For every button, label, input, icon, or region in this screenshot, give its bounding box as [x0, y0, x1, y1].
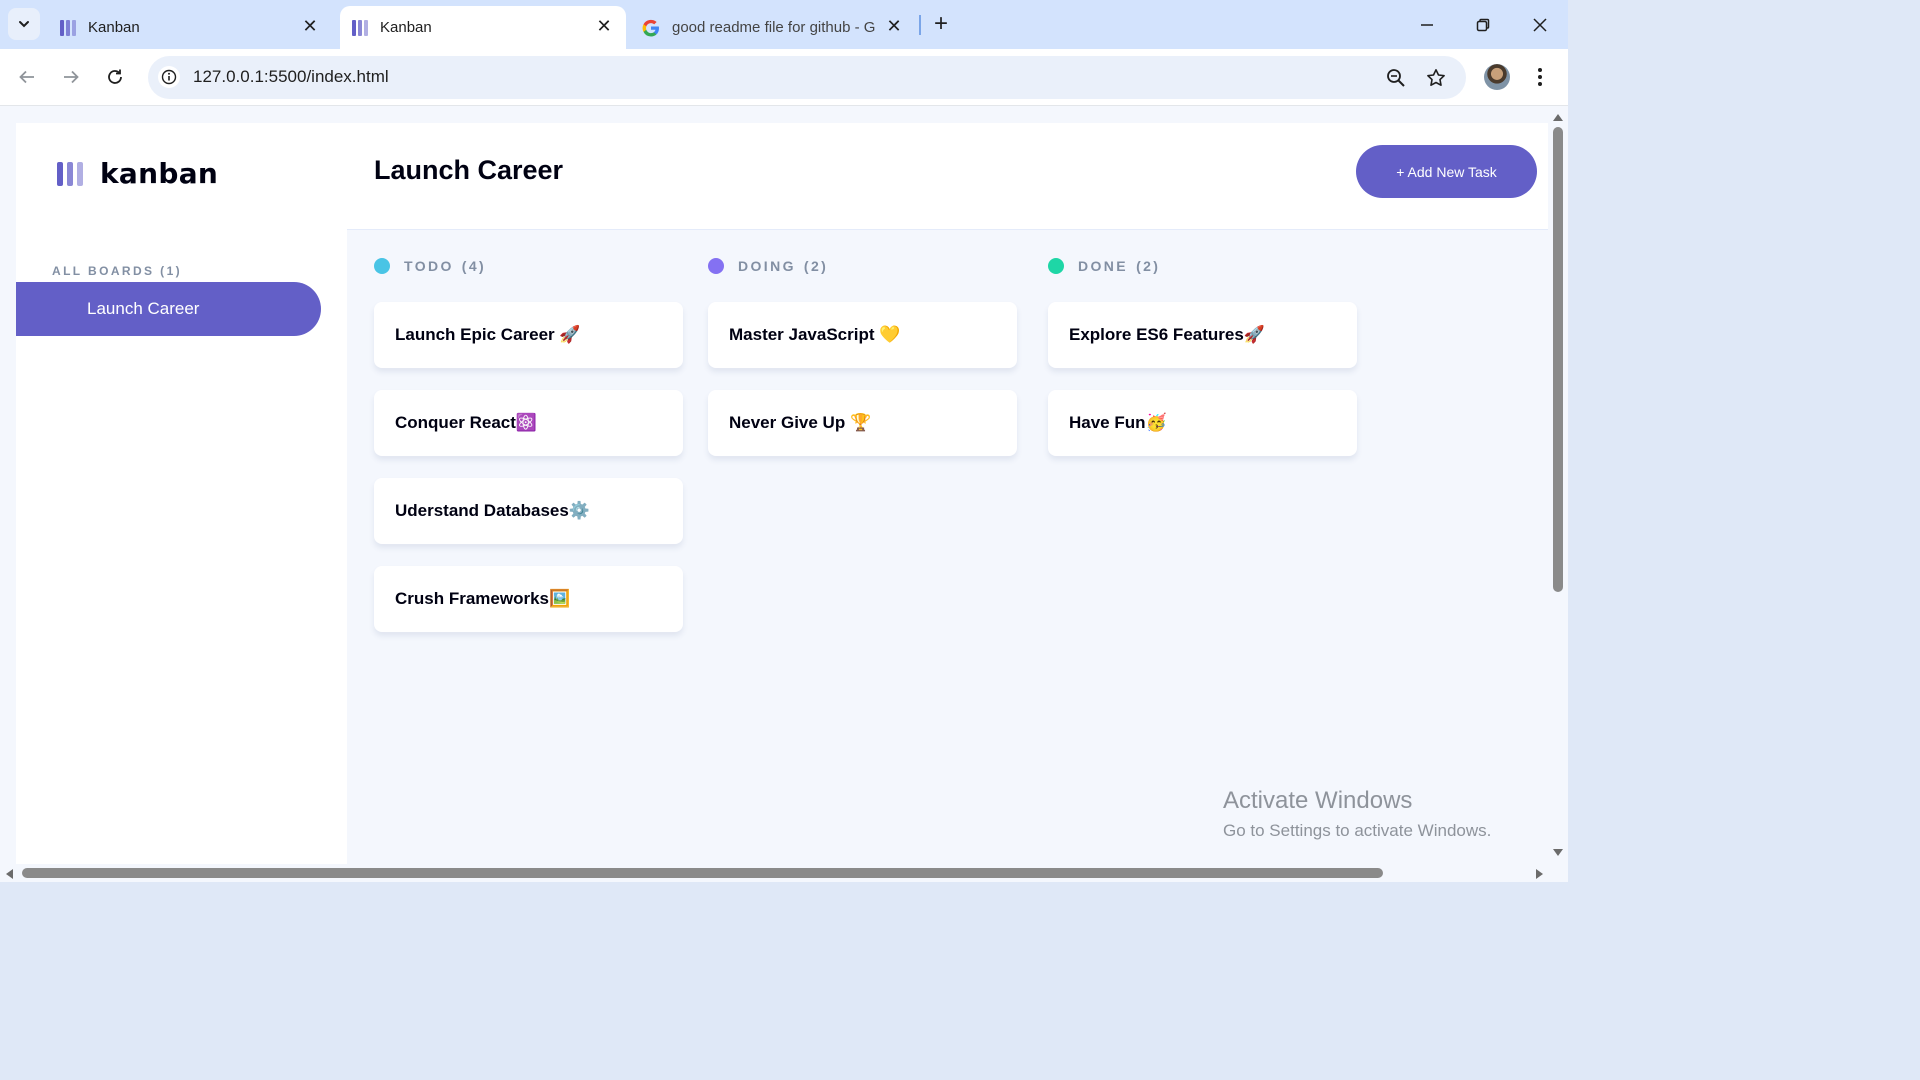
- column-count: (2): [1136, 258, 1161, 274]
- kanban-logo-icon: [57, 161, 83, 186]
- sidebar: kanban ALL BOARDS (1) Launch Career: [16, 123, 347, 864]
- horizontal-scrollbar[interactable]: [0, 864, 1568, 882]
- close-window-button[interactable]: [1527, 12, 1553, 38]
- tab-title: Kanban: [88, 19, 140, 36]
- google-icon: [642, 19, 659, 36]
- column-todo: TODO (4) Launch Epic Career 🚀 Conquer Re…: [374, 257, 684, 632]
- scroll-right-arrow-icon[interactable]: [1535, 868, 1545, 880]
- close-tab-icon[interactable]: ✕: [300, 16, 320, 36]
- sidebar-item-label: Launch Career: [87, 299, 200, 318]
- bookmark-star-icon[interactable]: [1424, 66, 1448, 90]
- add-new-task-button[interactable]: + Add New Task: [1356, 145, 1537, 198]
- task-card[interactable]: Launch Epic Career 🚀: [374, 302, 683, 368]
- task-card[interactable]: Conquer React⚛️: [374, 390, 683, 456]
- forward-button[interactable]: [57, 63, 85, 91]
- column-status-dot: [708, 258, 724, 274]
- watermark-subtitle: Go to Settings to activate Windows.: [1223, 821, 1492, 840]
- zoom-icon[interactable]: [1384, 66, 1408, 90]
- restore-button[interactable]: [1470, 12, 1496, 38]
- browser-tab-google[interactable]: good readme file for github - G ✕: [630, 6, 912, 49]
- kanban-favicon-icon: [60, 19, 76, 36]
- all-boards-title: ALL BOARDS (1): [52, 264, 183, 278]
- kanban-favicon-icon: [352, 19, 368, 36]
- tab-separator: [919, 15, 921, 35]
- tab-title: good readme file for github - G: [672, 19, 876, 36]
- task-card[interactable]: Crush Frameworks🖼️: [374, 566, 683, 632]
- minimize-button[interactable]: [1414, 12, 1440, 38]
- task-card[interactable]: Never Give Up 🏆: [708, 390, 1017, 456]
- column-header: DOING (2): [708, 257, 1018, 275]
- address-bar[interactable]: 127.0.0.1:5500/index.html: [148, 56, 1466, 99]
- column-status-dot: [374, 258, 390, 274]
- column-header: TODO (4): [374, 257, 684, 275]
- column-done: DONE (2) Explore ES6 Features🚀 Have Fun🥳: [1048, 257, 1358, 456]
- close-tab-icon[interactable]: ✕: [884, 16, 904, 36]
- task-card[interactable]: Uderstand Databases⚙️: [374, 478, 683, 544]
- column-title: DONE: [1078, 258, 1129, 274]
- chevron-down-icon: [19, 21, 29, 28]
- arrow-right-icon: [64, 70, 79, 84]
- tab-search-button[interactable]: [8, 8, 40, 40]
- close-tab-icon[interactable]: ✕: [594, 16, 614, 36]
- scroll-down-arrow-icon[interactable]: [1552, 848, 1564, 858]
- vertical-scrollbar[interactable]: [1548, 106, 1568, 864]
- minimize-icon: [1421, 24, 1433, 26]
- url-text: 127.0.0.1:5500/index.html: [193, 67, 389, 86]
- back-button[interactable]: [13, 63, 41, 91]
- watermark-title: Activate Windows: [1223, 787, 1413, 814]
- task-card[interactable]: Master JavaScript 💛: [708, 302, 1017, 368]
- browser-tab-kanban-1[interactable]: Kanban ✕: [48, 6, 332, 49]
- browser-tabstrip: Kanban ✕ Kanban ✕ good readme file for g…: [0, 0, 1568, 49]
- scroll-left-arrow-icon[interactable]: [4, 868, 14, 880]
- column-header: DONE (2): [1048, 257, 1358, 275]
- reload-button[interactable]: [101, 63, 129, 91]
- page-viewport: kanban ALL BOARDS (1) Launch Career Laun…: [0, 106, 1568, 882]
- new-tab-button[interactable]: +: [928, 12, 954, 38]
- restore-icon: [1476, 18, 1490, 32]
- site-info-icon[interactable]: [158, 66, 180, 88]
- task-card[interactable]: Explore ES6 Features🚀: [1048, 302, 1357, 368]
- column-count: (4): [461, 258, 487, 274]
- browser-menu-icon[interactable]: [1530, 63, 1550, 91]
- browser-toolbar: 127.0.0.1:5500/index.html: [0, 49, 1568, 106]
- horizontal-scroll-thumb[interactable]: [22, 868, 1383, 878]
- scroll-up-arrow-icon[interactable]: [1552, 112, 1564, 122]
- column-status-dot: [1048, 258, 1064, 274]
- board-header: Launch Career + Add New Task: [347, 123, 1548, 230]
- activate-windows-watermark: Activate Windows Go to Settings to activ…: [1223, 787, 1491, 841]
- app-logo: kanban: [57, 157, 218, 190]
- logo-text: kanban: [100, 157, 219, 190]
- task-card[interactable]: Have Fun🥳: [1048, 390, 1357, 456]
- sidebar-item-launch-career[interactable]: Launch Career: [16, 282, 321, 336]
- profile-avatar[interactable]: [1484, 64, 1510, 90]
- column-doing: DOING (2) Master JavaScript 💛 Never Give…: [708, 257, 1018, 456]
- close-icon: [1533, 18, 1547, 32]
- column-count: (2): [803, 258, 829, 274]
- arrow-left-icon: [19, 70, 34, 84]
- reload-icon: [108, 69, 122, 84]
- vertical-scroll-thumb[interactable]: [1553, 127, 1563, 592]
- column-title: DOING: [738, 258, 796, 274]
- page-title: Launch Career: [374, 155, 564, 185]
- tab-title: Kanban: [380, 19, 432, 36]
- browser-tab-kanban-active[interactable]: Kanban ✕: [340, 6, 626, 49]
- column-title: TODO: [404, 258, 454, 274]
